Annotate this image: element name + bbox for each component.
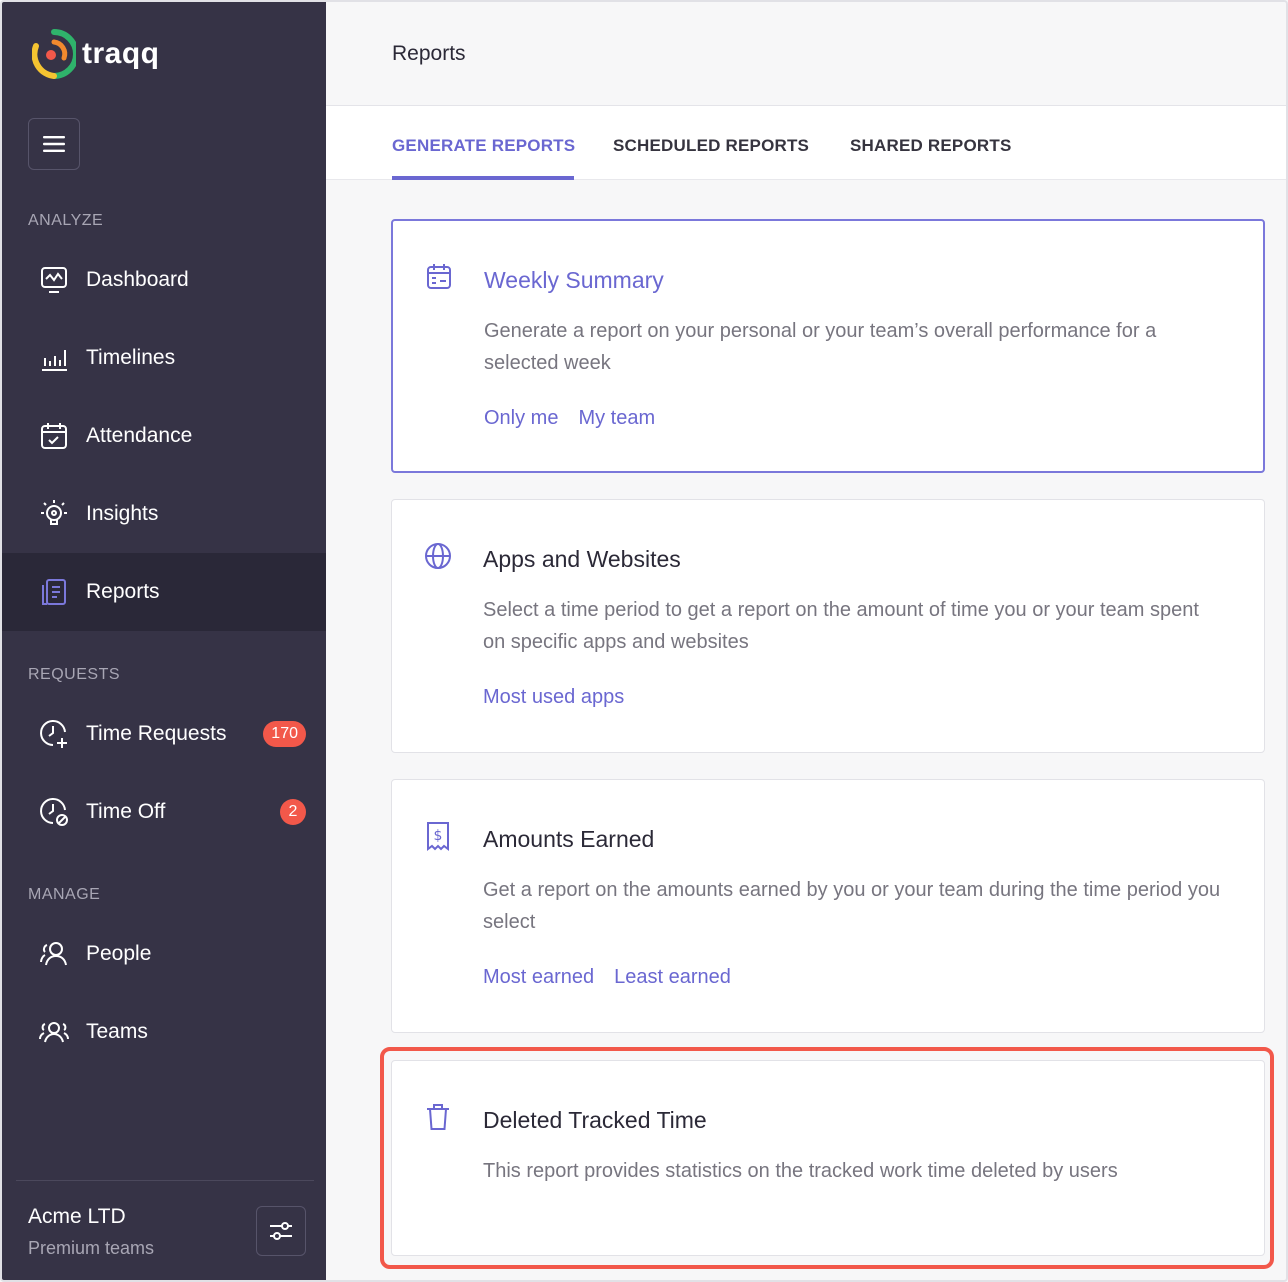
sidebar-item-people[interactable]: People bbox=[2, 915, 326, 993]
sidebar-item-time-off[interactable]: Time Off 2 bbox=[2, 773, 326, 851]
report-tabs: GENERATE REPORTS SCHEDULED REPORTS SHARE… bbox=[326, 106, 1286, 180]
active-tab-indicator bbox=[392, 176, 574, 180]
card-links: Only me My team bbox=[484, 407, 655, 430]
clock-off-icon bbox=[38, 796, 70, 828]
app-window: traqq ANALYZE Dashboard Timelines Attend… bbox=[0, 0, 1288, 1282]
sidebar-item-label: Reports bbox=[86, 580, 160, 603]
sidebar-item-label: Time Requests bbox=[86, 722, 227, 745]
people-icon bbox=[38, 938, 70, 970]
sidebar-item-attendance[interactable]: Attendance bbox=[2, 397, 326, 475]
sliders-icon bbox=[270, 1222, 292, 1240]
reports-icon bbox=[38, 576, 70, 608]
receipt-dollar-icon: $ bbox=[422, 820, 454, 852]
hamburger-icon bbox=[43, 136, 65, 152]
card-description: Get a report on the amounts earned by yo… bbox=[483, 879, 1221, 933]
card-title: Weekly Summary bbox=[484, 267, 664, 293]
sidebar-item-label: Dashboard bbox=[86, 268, 189, 291]
sidebar-item-dashboard[interactable]: Dashboard bbox=[2, 241, 326, 319]
sidebar-item-label: Timelines bbox=[86, 346, 176, 369]
teams-icon bbox=[38, 1016, 70, 1048]
sidebar-item-label: Insights bbox=[86, 502, 159, 525]
trash-icon bbox=[422, 1101, 454, 1133]
most-earned-link[interactable]: Most earned bbox=[483, 966, 594, 989]
page-header: Reports bbox=[326, 2, 1286, 106]
sidebar-item-insights[interactable]: Insights bbox=[2, 475, 326, 553]
tab-generate-reports[interactable]: GENERATE REPORTS bbox=[392, 136, 575, 156]
tab-scheduled-reports[interactable]: SCHEDULED REPORTS bbox=[613, 136, 809, 156]
sidebar-item-label: Attendance bbox=[86, 424, 193, 447]
section-label-requests: REQUESTS bbox=[28, 666, 121, 683]
calendar-check-icon bbox=[38, 420, 70, 452]
report-card-apps-websites[interactable]: Apps and Websites Select a time period t… bbox=[391, 499, 1265, 753]
sidebar-item-timelines[interactable]: Timelines bbox=[2, 319, 326, 397]
card-description: This report provides statistics on the t… bbox=[483, 1160, 1118, 1182]
card-links: Most used apps bbox=[483, 686, 624, 709]
page-title: Reports bbox=[392, 42, 466, 65]
sidebar-item-teams[interactable]: Teams bbox=[2, 993, 326, 1071]
tab-shared-reports[interactable]: SHARED REPORTS bbox=[850, 136, 1012, 156]
logo[interactable]: traqq bbox=[32, 28, 160, 80]
svg-text:$: $ bbox=[434, 828, 443, 844]
section-label-manage: MANAGE bbox=[28, 886, 101, 903]
organization-plan: Premium teams bbox=[28, 1238, 155, 1258]
card-title: Amounts Earned bbox=[483, 826, 655, 852]
report-card-deleted-tracked-time[interactable]: Deleted Tracked Time This report provide… bbox=[391, 1060, 1265, 1256]
sidebar-divider bbox=[16, 1180, 314, 1181]
card-title: Deleted Tracked Time bbox=[483, 1107, 707, 1133]
calendar-icon bbox=[423, 261, 455, 293]
sidebar-item-label: People bbox=[86, 942, 152, 965]
only-me-link[interactable]: Only me bbox=[484, 407, 558, 430]
sidebar-item-label: Time Off bbox=[86, 800, 166, 823]
clock-plus-icon bbox=[38, 718, 70, 750]
lightbulb-icon bbox=[38, 498, 70, 530]
my-team-link[interactable]: My team bbox=[578, 407, 655, 430]
most-used-apps-link[interactable]: Most used apps bbox=[483, 686, 624, 709]
logo-text: traqq bbox=[82, 37, 160, 70]
report-card-amounts-earned[interactable]: $ Amounts Earned Get a report on the amo… bbox=[391, 779, 1265, 1033]
time-off-count-badge: 2 bbox=[280, 799, 306, 825]
dashboard-icon bbox=[38, 264, 70, 296]
card-description: Generate a report on your personal or yo… bbox=[484, 320, 1157, 374]
bar-chart-icon bbox=[38, 342, 70, 374]
time-requests-count-badge: 170 bbox=[263, 721, 306, 747]
report-card-weekly-summary[interactable]: Weekly Summary Generate a report on your… bbox=[391, 219, 1265, 473]
organization-settings-button[interactable] bbox=[256, 1206, 306, 1256]
card-title: Apps and Websites bbox=[483, 546, 681, 572]
menu-toggle-button[interactable] bbox=[28, 118, 80, 170]
least-earned-link[interactable]: Least earned bbox=[614, 966, 731, 989]
sidebar-item-label: Teams bbox=[86, 1020, 148, 1043]
sidebar-item-time-requests[interactable]: Time Requests 170 bbox=[2, 695, 326, 773]
traqq-logo-icon bbox=[32, 29, 76, 79]
globe-icon bbox=[422, 540, 454, 572]
sidebar-item-reports[interactable]: Reports bbox=[2, 553, 326, 631]
organization-name: Acme LTD bbox=[28, 1205, 126, 1228]
card-links: Most earned Least earned bbox=[483, 966, 731, 989]
section-label-analyze: ANALYZE bbox=[28, 212, 104, 229]
card-description: Select a time period to get a report on … bbox=[483, 599, 1199, 653]
sidebar: traqq ANALYZE Dashboard Timelines Attend… bbox=[2, 2, 326, 1280]
